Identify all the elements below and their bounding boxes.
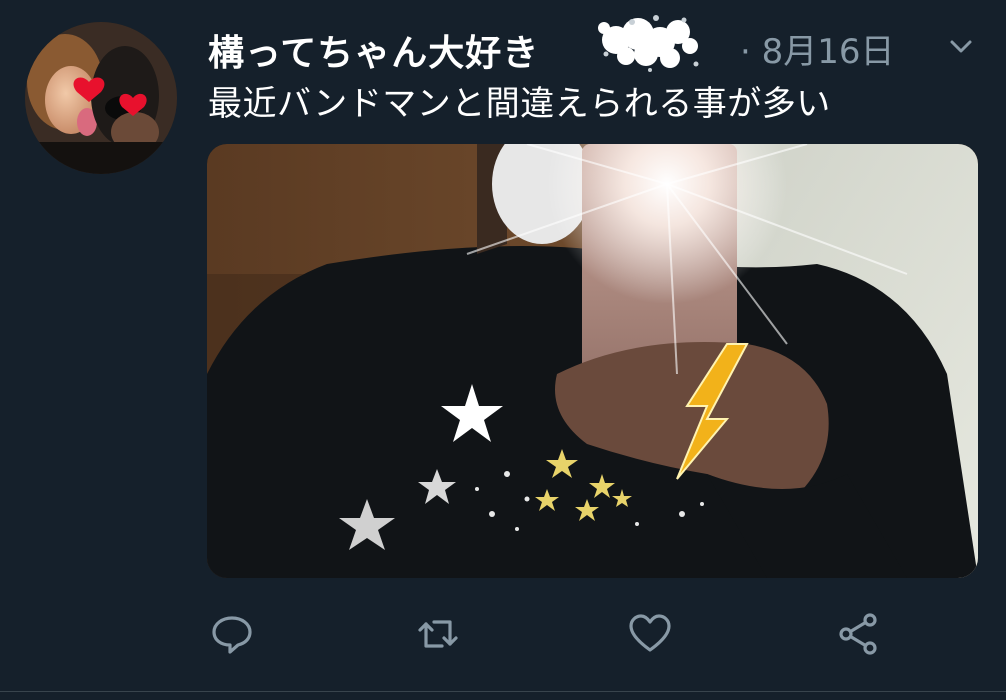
timestamp[interactable]: · 8月16日 — [740, 24, 895, 73]
share-icon — [839, 613, 877, 655]
tweet[interactable]: 構ってちゃん大好き · 8月16日 最近バンドマンと間違えられる事が多い — [0, 0, 1006, 700]
retweet-icon — [418, 620, 458, 648]
display-name[interactable]: 構ってちゃん大好き — [208, 24, 539, 76]
media-photo — [207, 144, 978, 578]
sparkle-decoration — [598, 15, 699, 72]
avatar[interactable] — [25, 22, 177, 174]
tweet-header: 構ってちゃん大好き · 8月16日 — [208, 15, 982, 74]
heart-icon — [629, 614, 671, 652]
tweet-media[interactable] — [207, 144, 978, 578]
divider — [0, 691, 1006, 692]
tweet-actions — [208, 610, 908, 666]
tweet-text: 最近バンドマンと間違えられる事が多い — [208, 84, 831, 124]
avatar-image — [25, 22, 177, 174]
reply-button[interactable] — [208, 610, 258, 662]
reply-icon — [212, 616, 252, 654]
chevron-down-icon[interactable] — [946, 32, 976, 62]
share-button[interactable] — [834, 610, 884, 662]
retweet-button[interactable] — [414, 610, 464, 662]
like-button[interactable] — [626, 610, 676, 662]
